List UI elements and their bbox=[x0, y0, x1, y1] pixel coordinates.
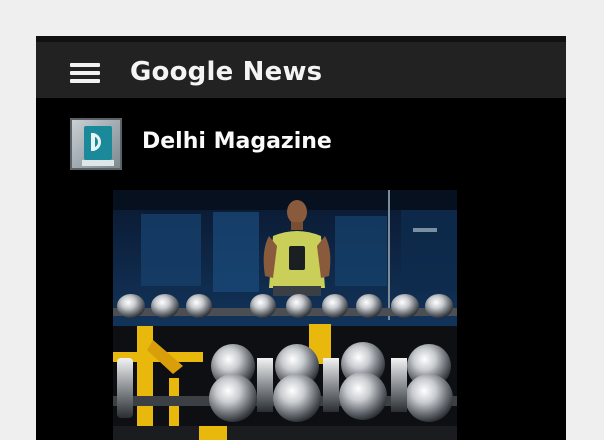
app-title: Google News bbox=[130, 57, 323, 87]
app-screen: Google News Delhi Magazine bbox=[36, 36, 566, 440]
article-image[interactable] bbox=[113, 190, 457, 440]
publisher-row[interactable]: Delhi Magazine bbox=[36, 98, 566, 188]
publisher-name[interactable]: Delhi Magazine bbox=[142, 126, 332, 158]
top-app-bar: Google News bbox=[36, 36, 566, 98]
gym-photo-illustration bbox=[113, 190, 457, 440]
hamburger-menu-icon[interactable] bbox=[70, 63, 100, 83]
publisher-logo-icon[interactable] bbox=[70, 118, 122, 170]
